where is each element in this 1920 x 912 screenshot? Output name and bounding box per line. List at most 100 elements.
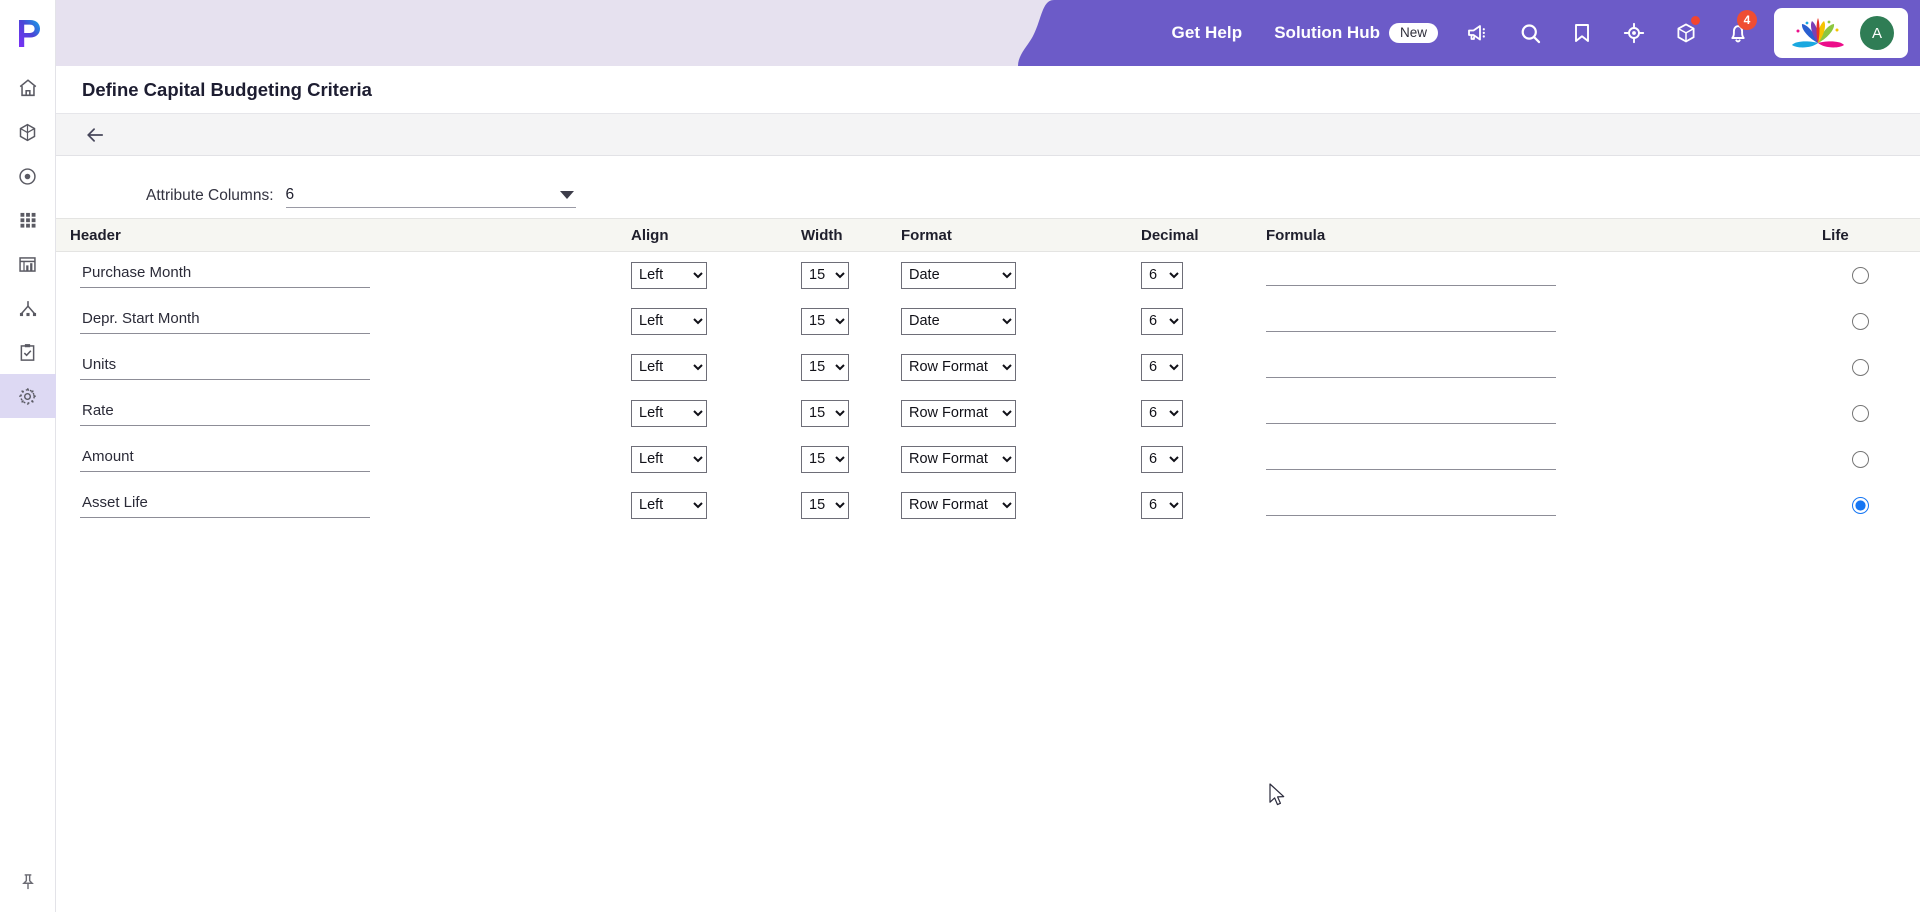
cell-decimal: 0123456 <box>1141 445 1266 473</box>
formula-input[interactable] <box>1266 310 1556 332</box>
sidebar-item-workflow[interactable] <box>0 286 56 330</box>
align-select[interactable]: LeftCenterRight <box>631 491 707 519</box>
attribute-columns-row: Attribute Columns: 6 <box>56 156 1920 218</box>
width-select[interactable]: 51015202530 <box>801 307 849 335</box>
notification-count-badge: 4 <box>1737 10 1757 30</box>
table-body: LeftCenterRight 51015202530 Row FormatDate… <box>56 252 1920 528</box>
decimal-select[interactable]: 0123456 <box>1141 261 1183 289</box>
decimal-select[interactable]: 0123456 <box>1141 445 1183 473</box>
cell-formula <box>1266 310 1800 332</box>
attribute-columns-select[interactable]: 6 <box>285 186 576 208</box>
page-title: Define Capital Budgeting Criteria <box>82 78 372 100</box>
width-select[interactable]: 51015202530 <box>801 261 849 289</box>
back-button[interactable] <box>78 120 112 150</box>
format-select[interactable]: Row FormatDateNumberPercentCurrencyText <box>901 307 1016 335</box>
attribute-columns-label: Attribute Columns: <box>146 187 274 204</box>
width-select[interactable]: 51015202530 <box>801 445 849 473</box>
align-select[interactable]: LeftCenterRight <box>631 353 707 381</box>
width-select[interactable]: 51015202530 <box>801 399 849 427</box>
get-help-link[interactable]: Get Help <box>1154 23 1261 43</box>
hierarchy-icon <box>19 301 36 317</box>
width-select[interactable]: 51015202530 <box>801 491 849 519</box>
life-radio[interactable] <box>1851 358 1869 376</box>
notifications-button[interactable]: 4 <box>1712 0 1764 66</box>
formula-input[interactable] <box>1266 402 1556 424</box>
formula-input[interactable] <box>1266 448 1556 470</box>
format-select[interactable]: Row FormatDateNumberPercentCurrencyText <box>901 399 1016 427</box>
decimal-select[interactable]: 0123456 <box>1141 307 1183 335</box>
cell-life <box>1800 404 1920 422</box>
cursor-arrow-icon <box>1269 783 1285 806</box>
format-select[interactable]: Row FormatDateNumberPercentCurrencyText <box>901 261 1016 289</box>
cell-width: 51015202530 <box>801 399 901 427</box>
header-name-input[interactable] <box>80 492 370 518</box>
sidebar-item-home[interactable] <box>0 66 56 110</box>
header-actions: Get Help Solution Hub New 4 A <box>1154 0 1920 66</box>
announcement-icon <box>1468 25 1485 41</box>
cell-header <box>56 262 631 288</box>
header-name-input[interactable] <box>80 308 370 334</box>
formula-input[interactable] <box>1266 494 1556 516</box>
cell-life <box>1800 450 1920 468</box>
announcement-button[interactable] <box>1452 0 1504 66</box>
content-toolbar <box>56 114 1920 156</box>
cell-align: LeftCenterRight <box>631 353 801 381</box>
sidebar-item-targets[interactable] <box>0 154 56 198</box>
column-header-format: Format <box>901 226 952 244</box>
formula-input[interactable] <box>1266 264 1556 286</box>
table-row: LeftCenterRight 51015202530 Row FormatDate… <box>56 390 1920 436</box>
sidebar-item-apps[interactable] <box>0 198 56 242</box>
box-icon <box>19 123 36 141</box>
header-name-input[interactable] <box>80 446 370 472</box>
cell-align: LeftCenterRight <box>631 445 801 473</box>
pushpin-icon <box>21 874 34 890</box>
cube-notification-dot <box>1691 16 1700 25</box>
align-select[interactable]: LeftCenterRight <box>631 445 707 473</box>
gear-icon <box>18 387 37 405</box>
user-menu[interactable]: A <box>1774 8 1908 58</box>
align-select[interactable]: LeftCenterRight <box>631 307 707 335</box>
sidebar-item-settings[interactable] <box>0 374 56 418</box>
life-radio[interactable] <box>1851 496 1869 514</box>
header-name-input[interactable] <box>80 354 370 380</box>
app-logo[interactable] <box>0 0 56 66</box>
sidebar-item-reports[interactable] <box>0 242 56 286</box>
bookmark-button[interactable] <box>1556 0 1608 66</box>
solution-hub-label: Solution Hub <box>1274 23 1380 42</box>
search-button[interactable] <box>1504 0 1556 66</box>
format-select[interactable]: Row FormatDateNumberPercentCurrencyText <box>901 353 1016 381</box>
decimal-select[interactable]: 0123456 <box>1141 491 1183 519</box>
sidebar-item-models[interactable] <box>0 110 56 154</box>
width-select[interactable]: 51015202530 <box>801 353 849 381</box>
format-select[interactable]: Row FormatDateNumberPercentCurrencyText <box>901 445 1016 473</box>
formula-input[interactable] <box>1266 356 1556 378</box>
life-radio[interactable] <box>1851 404 1869 422</box>
life-radio[interactable] <box>1851 450 1869 468</box>
column-header-decimal: Decimal <box>1141 226 1199 244</box>
life-radio[interactable] <box>1851 266 1869 284</box>
target-crosshair-button[interactable] <box>1608 0 1660 66</box>
cell-life <box>1800 312 1920 330</box>
cell-decimal: 0123456 <box>1141 353 1266 381</box>
cube-button[interactable] <box>1660 0 1712 66</box>
align-select[interactable]: LeftCenterRight <box>631 399 707 427</box>
align-select[interactable]: LeftCenterRight <box>631 261 707 289</box>
chevron-down-icon[interactable] <box>559 191 574 199</box>
decimal-select[interactable]: 0123456 <box>1141 399 1183 427</box>
header-name-input[interactable] <box>80 400 370 426</box>
life-radio[interactable] <box>1851 312 1869 330</box>
bar-chart-icon <box>19 256 36 272</box>
page-title-bar: Define Capital Budgeting Criteria <box>56 66 1920 114</box>
sidebar-pin-button[interactable] <box>0 852 56 912</box>
table-header-row: Header Align Width Format Decimal Formul… <box>56 218 1920 252</box>
table-row: LeftCenterRight 51015202530 Row FormatDate… <box>56 344 1920 390</box>
decimal-select[interactable]: 0123456 <box>1141 353 1183 381</box>
cell-format: Row FormatDateNumberPercentCurrencyText <box>901 445 1141 473</box>
target-icon <box>19 167 36 185</box>
header-name-input[interactable] <box>80 262 370 288</box>
solution-hub-new-badge: New <box>1388 23 1438 43</box>
format-select[interactable]: Row FormatDateNumberPercentCurrencyText <box>901 491 1016 519</box>
cell-header <box>56 492 631 518</box>
sidebar-item-tasks[interactable] <box>0 330 56 374</box>
solution-hub-link[interactable]: Solution Hub New <box>1260 23 1452 43</box>
